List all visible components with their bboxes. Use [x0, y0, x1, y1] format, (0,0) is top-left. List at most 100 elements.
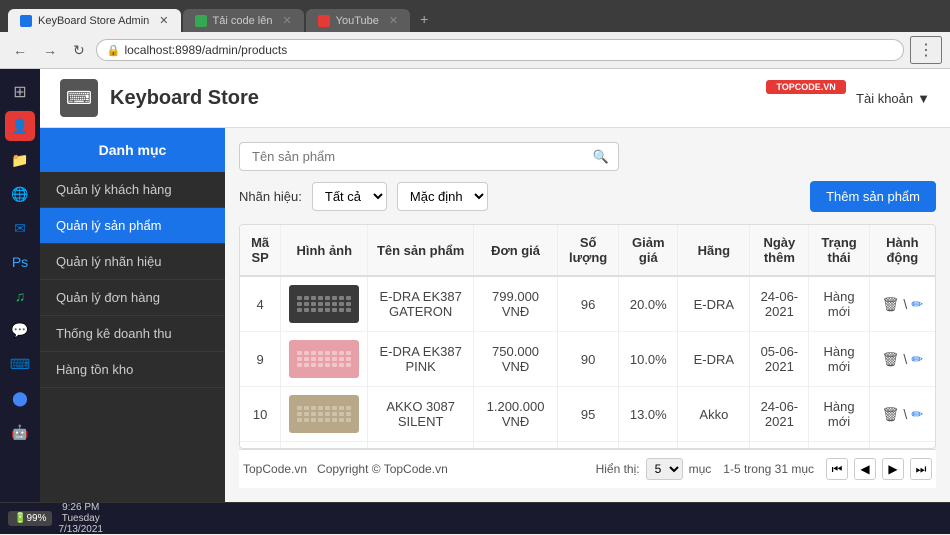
action-delete-icon[interactable]: 🗑	[882, 351, 900, 368]
cell-qty: 96	[558, 442, 619, 450]
mail-icon-btn[interactable]: ✉	[5, 213, 35, 243]
tab-label-2: YouTube	[336, 15, 379, 27]
tab-label-0: KeyBoard Store Admin	[38, 15, 149, 27]
cell-discount: 20.0%	[619, 276, 678, 332]
col-image: Hình ảnh	[281, 225, 368, 276]
android-icon-btn[interactable]: 🤖	[5, 417, 35, 447]
sidebar-item-stats[interactable]: Thống kê doanh thu	[40, 316, 225, 352]
col-qty: Số lượng	[558, 225, 619, 276]
cell-name: AKKO 3087 SILENT	[368, 387, 474, 442]
table-header-row: Mã SP Hình ảnh Tên sản phẩm Đơn giá Số l…	[240, 225, 935, 276]
search-input[interactable]	[239, 142, 619, 171]
action-edit-icon[interactable]: ✏	[911, 406, 923, 423]
address-bar[interactable]: 🔒 localhost:8989/admin/products	[96, 39, 904, 61]
tab-upload[interactable]: Tải code lên ✕	[183, 9, 304, 32]
cell-name: Keychron K8	[368, 442, 474, 450]
sidebar-item-products[interactable]: Quản lý sản phẩm	[40, 208, 225, 244]
action-edit-icon[interactable]: ✏	[911, 351, 923, 368]
icon-sidebar: ⊞ 👤 📁 🌐 ✉ Ps ♫ 💬 ⌨ ⬤ 🤖	[0, 69, 40, 502]
cell-brand: Akko	[678, 387, 750, 442]
account-button[interactable]: Tài khoản ▼	[856, 91, 930, 106]
col-date: Ngày thêm	[750, 225, 809, 276]
add-product-button[interactable]: Thêm sản phẩm	[810, 181, 936, 212]
cell-brand: Keychron	[678, 442, 750, 450]
battery-indicator: 🔋99%	[8, 511, 52, 526]
folder-icon-btn[interactable]: 📁	[5, 145, 35, 175]
product-table: Mã SP Hình ảnh Tên sản phẩm Đơn giá Số l…	[240, 225, 935, 449]
cell-status: Hàng mới	[809, 387, 869, 442]
chrome-icon-btn[interactable]: ⬤	[5, 383, 35, 413]
cell-date: 24-06-2021	[750, 387, 809, 442]
per-page-label: Hiển thị:	[596, 462, 640, 476]
filter-row: Nhãn hiệu: Tất cả Mặc định Thêm sản phẩm	[239, 181, 936, 212]
cell-qty: 95	[558, 387, 619, 442]
sidebar-item-customers[interactable]: Quản lý khách hàng	[40, 172, 225, 208]
topcode-badge: TOPCODE.VN	[766, 80, 846, 116]
page-first-button[interactable]: ⏮	[826, 458, 848, 480]
tab-close-2[interactable]: ✕	[389, 14, 398, 27]
cell-status: Hàng mới	[809, 332, 869, 387]
page-range: 1-5 trong 31 mục	[723, 462, 814, 476]
page-prev-button[interactable]: ◀	[854, 458, 876, 480]
sidebar-item-inventory[interactable]: Hàng tồn kho	[40, 352, 225, 388]
spotify-icon-btn[interactable]: ♫	[5, 281, 35, 311]
header-title: Keyboard Store	[110, 87, 766, 110]
action-delete-icon[interactable]: 🗑	[882, 406, 900, 423]
topcode-label: TOPCODE.VN	[766, 80, 846, 94]
per-page-unit: mục	[689, 462, 712, 476]
filter-brand-select[interactable]: Tất cả	[312, 182, 387, 211]
table-row: 4 E-DRA EK387 GATERON 799.000 VNĐ 96 20.…	[240, 276, 935, 332]
sidebar-header[interactable]: Danh mục	[40, 128, 225, 172]
search-row: 🔍	[239, 142, 936, 171]
new-tab-button[interactable]: +	[412, 6, 436, 32]
per-page-select[interactable]: 5	[646, 458, 683, 480]
cell-actions: 🗑 \ ✏	[869, 332, 935, 387]
edge-icon-btn[interactable]: 🌐	[5, 179, 35, 209]
cell-price: 799.000 VNĐ	[474, 276, 558, 332]
page-last-button[interactable]: ⏭	[910, 458, 932, 480]
cell-date: 24-06-2021	[750, 276, 809, 332]
messenger-icon-btn[interactable]: 💬	[5, 315, 35, 345]
cell-image	[281, 387, 368, 442]
refresh-button[interactable]: ↻	[68, 40, 90, 61]
action-divider: \	[903, 296, 907, 313]
day: Tuesday	[62, 513, 100, 524]
photoshop-icon-btn[interactable]: Ps	[5, 247, 35, 277]
filter-brand-label: Nhãn hiệu:	[239, 189, 302, 204]
taskbar: 🔋99% 9:26 PM Tuesday 7/13/2021	[0, 502, 950, 534]
cell-price: 2.100.000 VNĐ	[474, 442, 558, 450]
tab-youtube[interactable]: YouTube ✕	[306, 9, 410, 32]
tab-label-1: Tải code lên	[213, 15, 273, 27]
vscode-icon-btn[interactable]: ⌨	[5, 349, 35, 379]
footer-brand: TopCode.vn	[243, 462, 307, 476]
tab-keyboard-store[interactable]: KeyBoard Store Admin ✕	[8, 9, 181, 32]
back-button[interactable]: ←	[8, 40, 32, 60]
account-label: Tài khoản	[856, 91, 913, 106]
footer-copyright: Copyright © TopCode.vn	[317, 462, 448, 476]
action-delete-icon[interactable]: 🗑	[882, 296, 900, 313]
action-divider: \	[903, 351, 907, 368]
sidebar-item-brands[interactable]: Quản lý nhãn hiệu	[40, 244, 225, 280]
tab-close-1[interactable]: ✕	[282, 14, 291, 27]
sidebar-item-orders[interactable]: Quản lý đơn hàng	[40, 280, 225, 316]
cell-actions: 🗑 \ ✏	[869, 442, 935, 450]
forward-button[interactable]: →	[38, 40, 62, 60]
cell-qty: 90	[558, 332, 619, 387]
cell-name: E-DRA EK387 PINK	[368, 332, 474, 387]
table-body: 4 E-DRA EK387 GATERON 799.000 VNĐ 96 20.…	[240, 276, 935, 449]
col-action: Hành động	[869, 225, 935, 276]
user-icon-btn[interactable]: 👤	[5, 111, 35, 141]
filter-sort-select[interactable]: Mặc định	[397, 182, 488, 211]
action-edit-icon[interactable]: ✏	[911, 296, 923, 313]
col-price: Đơn giá	[474, 225, 558, 276]
cell-price: 750.000 VNĐ	[474, 332, 558, 387]
windows-icon-btn[interactable]: ⊞	[5, 77, 35, 107]
tab-close-0[interactable]: ✕	[159, 14, 168, 27]
page-next-button[interactable]: ▶	[882, 458, 904, 480]
product-thumbnail	[289, 285, 359, 323]
browser-menu-button[interactable]: ⋮	[910, 36, 942, 64]
cell-brand: E-DRA	[678, 332, 750, 387]
table-row: 9 E-DRA EK387 PINK 750.000 VNĐ 90 10.0% …	[240, 332, 935, 387]
col-status: Trạng thái	[809, 225, 869, 276]
search-icon[interactable]: 🔍	[593, 149, 609, 165]
